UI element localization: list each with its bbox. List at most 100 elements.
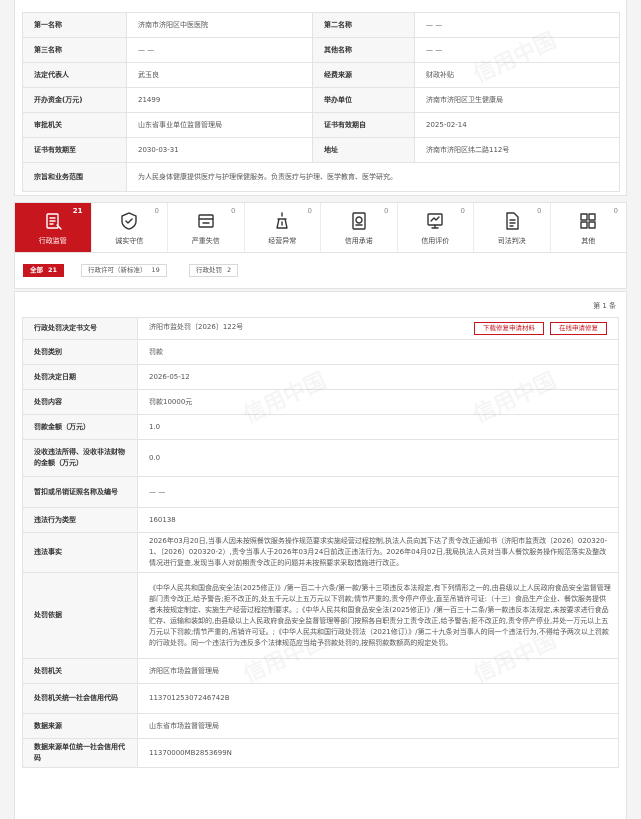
penalty-detail-card: 第 1 条 行政处罚决定书文号 下载修复申请材料 在线申请修复 济阳市监处罚〔2026… (14, 291, 627, 819)
detail-value: 下载修复申请材料 在线申请修复 济阳市监处罚〔2026〕122号 (137, 317, 619, 340)
tab-integrity-shield[interactable]: 诚实守信 0 (92, 203, 168, 252)
info-value: — — (414, 12, 620, 38)
info-key: 证书有效期自 (312, 112, 415, 138)
judicial-document-icon (502, 211, 522, 231)
tab-credit-commitment[interactable]: 信用承诺 0 (321, 203, 398, 252)
detail-row: 数据来源 山东省市场监督管理局 (22, 713, 619, 739)
info-key: 举办单位 (312, 87, 415, 113)
detail-key: 没收违法所得、没收非法财物的金额（万元） (22, 439, 138, 477)
tab-label: 诚实守信 (115, 237, 144, 245)
other-grid-icon (578, 211, 598, 231)
info-value: 济南市济阳区卫生健康局 (414, 87, 620, 113)
info-value: — — (126, 37, 313, 63)
info-key: 地址 (312, 137, 415, 163)
detail-value: 《中华人民共和国食品安全法(2025修正)》/第一百二十六条/第一款/第十三项违… (137, 572, 619, 659)
info-key: 开办资金(万元) (22, 87, 127, 113)
detail-key: 处罚机关 (22, 658, 138, 684)
info-row: 第一名称 济南市济阳区中医医院 第二名称 — — (22, 12, 620, 38)
info-value: 21499 (126, 87, 313, 113)
tab-label: 司法判决 (497, 237, 526, 245)
repair-actions: 下载修复申请材料 在线申请修复 (468, 322, 607, 335)
filter-bar: 全部 21 行政许可（新标准） 19 行政处罚 2 (14, 253, 627, 289)
detail-row: 处罚机关统一社会信用代码 11370125307246742B (22, 683, 619, 714)
info-value: 济南市济阳区纬二路112号 (414, 137, 620, 163)
detail-row: 没收违法所得、没收非法财物的金额（万元） 0.0 (22, 439, 619, 477)
detail-key: 处罚决定日期 (22, 364, 138, 390)
tab-count: 21 (72, 207, 83, 215)
detail-value: 济阳区市场监督管理局 (137, 658, 619, 684)
online-repair-button[interactable]: 在线申请修复 (550, 322, 607, 335)
filter-label: 行政处罚 (196, 266, 222, 274)
detail-value: 160138 (137, 507, 619, 533)
info-row: 宗旨和业务范围 为人民身体健康提供医疗与护理保健服务。负责医疗与护理、医学教育、医… (22, 162, 620, 192)
detail-value: 罚款 (137, 339, 619, 365)
info-key: 法定代表人 (22, 62, 127, 88)
detail-value: 2026-05-12 (137, 364, 619, 390)
detail-row: 罚款金额（万元） 1.0 (22, 414, 619, 440)
info-value: — — (414, 37, 620, 63)
tab-count: 0 (613, 207, 618, 215)
tab-judicial-document[interactable]: 司法判决 0 (474, 203, 551, 252)
detail-row: 违法事实 2026年03月20日,当事人因未按照餐饮服务操作规范要求实施经营过程控… (22, 532, 619, 573)
info-key: 第三名称 (22, 37, 127, 63)
tab-count: 0 (154, 207, 159, 215)
tab-count: 0 (231, 207, 236, 215)
detail-row: 处罚依据 《中华人民共和国食品安全法(2025修正)》/第一百二十六条/第一款/第… (22, 572, 619, 659)
category-tabs: 行政监管 21 诚实守信 0 严重失信 0 经营异常 0 信用承诺 0 信用评价 0 司法判决 0 其他 0 (14, 202, 627, 253)
detail-key: 处罚内容 (22, 389, 138, 415)
record-pager: 第 1 条 (593, 302, 616, 310)
info-key: 其他名称 (312, 37, 415, 63)
detail-value: 0.0 (137, 439, 619, 477)
admin-supervision-icon (43, 211, 63, 231)
download-repair-materials-button[interactable]: 下载修复申请材料 (474, 322, 544, 335)
detail-key: 数据来源 (22, 713, 138, 739)
penalty-detail-table: 行政处罚决定书文号 下载修复申请材料 在线申请修复 济阳市监处罚〔2026〕122号处… (22, 317, 619, 768)
info-key: 审批机关 (22, 112, 127, 138)
info-row: 开办资金(万元) 21499 举办单位 济南市济阳区卫生健康局 (22, 87, 620, 113)
tab-label: 行政监管 (38, 237, 67, 245)
org-info-card: 第一名称 济南市济阳区中医医院 第二名称 — — 第三名称 — — 其他名称 — — 法定代表人… (14, 0, 627, 196)
info-key: 宗旨和业务范围 (22, 162, 127, 192)
detail-key: 暂扣或吊销证照名称及编号 (22, 476, 138, 508)
detail-key: 处罚机关统一社会信用代码 (22, 683, 138, 714)
tab-label: 严重失信 (191, 237, 220, 245)
detail-value: 山东省市场监督管理局 (137, 713, 619, 739)
info-value: 济南市济阳区中医医院 (126, 12, 313, 38)
detail-value: 罚款10000元 (137, 389, 619, 415)
credit-commitment-icon (349, 211, 369, 231)
detail-row: 违法行为类型 160138 (22, 507, 619, 533)
detail-key: 行政处罚决定书文号 (22, 317, 138, 340)
credit-evaluation-icon (425, 211, 445, 231)
detail-row: 行政处罚决定书文号 下载修复申请材料 在线申请修复 济阳市监处罚〔2026〕122号 (22, 317, 619, 340)
org-info-table: 第一名称 济南市济阳区中医医院 第二名称 — — 第三名称 — — 其他名称 — — 法定代表人… (22, 12, 620, 192)
info-row: 法定代表人 武玉良 经费来源 财政补贴 (22, 62, 620, 88)
tab-credit-evaluation[interactable]: 信用评价 0 (398, 203, 474, 252)
detail-value: 2026年03月20日,当事人因未按照餐饮服务操作规范要求实施经营过程控制,执法… (137, 532, 619, 573)
info-value: 2025-02-14 (414, 112, 620, 138)
filter-admin-license[interactable]: 行政许可（新标准） 19 (81, 264, 167, 277)
tab-warning-triangle[interactable]: 经营异常 0 (245, 203, 321, 252)
filter-all[interactable]: 全部 21 (23, 264, 65, 277)
tab-serious-dishonesty[interactable]: 严重失信 0 (168, 203, 245, 252)
tab-count: 0 (307, 207, 312, 215)
info-row: 证书有效期至 2030-03-31 地址 济南市济阳区纬二路112号 (22, 137, 620, 163)
detail-value: — — (137, 476, 619, 508)
detail-row: 处罚机关 济阳区市场监督管理局 (22, 658, 619, 684)
filter-admin-penalty[interactable]: 行政处罚 2 (189, 264, 239, 277)
info-key: 第一名称 (22, 12, 127, 38)
detail-row: 处罚类别 罚款 (22, 339, 619, 365)
detail-value: 1.0 (137, 414, 619, 440)
info-row: 第三名称 — — 其他名称 — — (22, 37, 620, 63)
info-value: 武玉良 (126, 62, 313, 88)
detail-row: 处罚决定日期 2026-05-12 (22, 364, 619, 390)
detail-key: 处罚类别 (22, 339, 138, 365)
info-value: 山东省事业单位监督管理局 (126, 112, 313, 138)
serious-dishonesty-icon (196, 211, 216, 231)
tab-admin-supervision[interactable]: 行政监管 21 (15, 203, 92, 252)
tab-label: 其他 (581, 237, 596, 245)
tab-count: 0 (384, 207, 389, 215)
penalty-doc-number: 济阳市监处罚〔2026〕122号 (149, 323, 244, 331)
tab-label: 经营异常 (268, 237, 297, 245)
tab-other-grid[interactable]: 其他 0 (551, 203, 627, 252)
warning-triangle-icon (272, 211, 292, 231)
